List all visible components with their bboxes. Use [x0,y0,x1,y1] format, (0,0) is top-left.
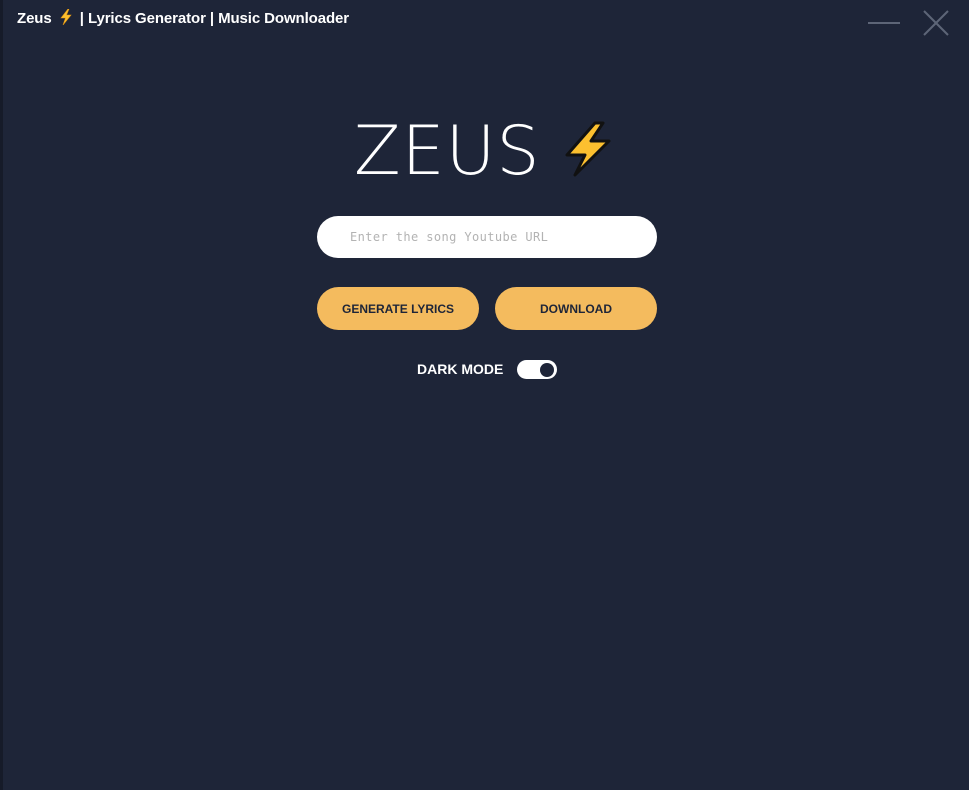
toggle-knob [540,362,554,377]
window-title: Zeus | Lyrics Generator | Music Download… [17,8,349,29]
youtube-url-input[interactable] [317,216,657,258]
dark-mode-label: DARK MODE [417,361,504,377]
logo-text: ZEUS [354,112,541,191]
generate-lyrics-button[interactable]: GENERATE LYRICS [317,287,479,330]
close-icon [923,10,949,36]
window-title-description: | Lyrics Generator | Music Downloader [79,10,349,27]
download-button[interactable]: DOWNLOAD [495,287,657,330]
lightning-bolt-icon [561,121,615,182]
close-button[interactable] [919,8,953,38]
app-logo: ZEUS [0,112,969,191]
minimize-icon [868,22,900,24]
dark-mode-toggle[interactable] [517,360,557,379]
window-title-app-name: Zeus [17,10,52,27]
minimize-button[interactable] [867,8,901,38]
app-window: Zeus | Lyrics Generator | Music Download… [0,0,969,790]
lightning-bolt-icon [59,8,73,29]
